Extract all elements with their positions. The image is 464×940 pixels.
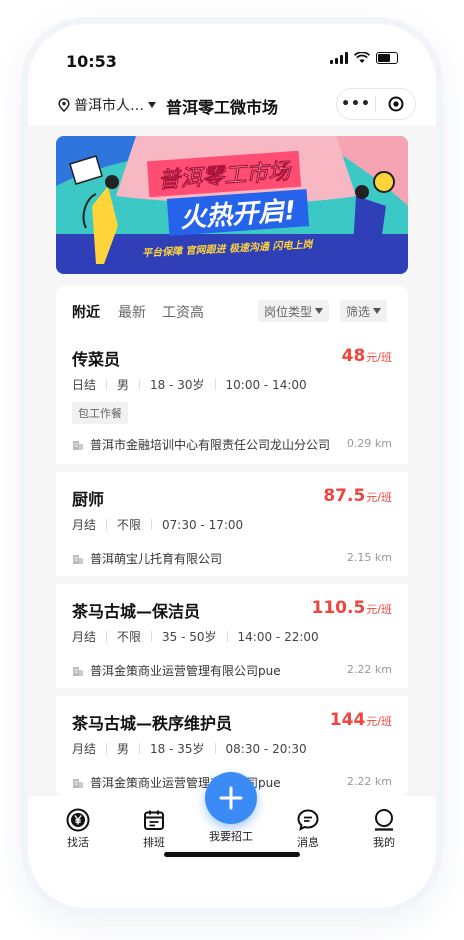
profile-icon bbox=[375, 809, 393, 831]
job-meta: 月结 不限 35 - 50岁 14:00 - 22:00 bbox=[72, 629, 319, 645]
tab-mine-label: 我的 bbox=[373, 836, 395, 849]
status-icons bbox=[330, 52, 398, 64]
post-job-label: 我要招工 bbox=[209, 830, 253, 843]
more-menu-button[interactable]: ••• bbox=[337, 96, 375, 112]
tab-messages[interactable]: 消息 bbox=[278, 808, 338, 850]
position-type-filter[interactable]: 岗位类型 bbox=[258, 300, 330, 322]
status-time: 10:53 bbox=[66, 52, 117, 71]
job-distance: 0.29 km bbox=[346, 437, 392, 450]
job-distance: 2.22 km bbox=[346, 663, 392, 676]
job-card[interactable]: 传菜员 48元/班 日结 男 18 - 30岁 10:00 - 14:00 包工… bbox=[56, 334, 408, 464]
job-card[interactable]: 厨师 87.5元/班 月结 不限 07:30 - 17:00 普洱萌宝儿托育有限… bbox=[56, 472, 408, 576]
position-type-label: 岗位类型 bbox=[264, 304, 313, 319]
job-distance: 2.15 km bbox=[346, 551, 392, 564]
filter-button[interactable]: 筛选 bbox=[340, 300, 388, 322]
location-selector[interactable]: 普洱市人… bbox=[58, 95, 156, 115]
benefit-tag: 包工作餐 bbox=[72, 402, 128, 424]
yuan-coin-icon bbox=[66, 808, 90, 832]
building-icon bbox=[73, 666, 83, 676]
filter-label: 筛选 bbox=[346, 304, 371, 319]
miniprogram-capsule: ••• bbox=[336, 88, 416, 120]
post-job-button[interactable] bbox=[205, 772, 257, 824]
tab-schedule-label: 排班 bbox=[143, 836, 165, 849]
phone-frame: 10:53 普洱市人… 普洱零工微市场 ••• 普洱零工市场 火热开启! 平台保… bbox=[28, 24, 436, 908]
calendar-icon bbox=[144, 810, 164, 830]
job-title: 厨师 bbox=[72, 490, 105, 509]
location-label: 普洱市人… bbox=[74, 98, 144, 114]
battery-icon bbox=[376, 52, 398, 64]
plus-icon bbox=[219, 786, 243, 810]
page-title: 普洱零工微市场 bbox=[166, 98, 279, 117]
tab-find-work-label: 找活 bbox=[67, 836, 89, 849]
chat-bubble-icon bbox=[297, 809, 319, 831]
target-icon bbox=[388, 96, 403, 112]
company-name: 普洱萌宝儿托育有限公司 bbox=[72, 550, 222, 567]
close-miniprogram-button[interactable] bbox=[376, 96, 415, 112]
job-price: 144元/班 bbox=[329, 710, 392, 730]
company-name: 普洱市金融培训中心有限责任公司龙山分公司 bbox=[72, 436, 330, 453]
job-meta: 日结 男 18 - 30岁 10:00 - 14:00 bbox=[72, 377, 307, 393]
tab-find-work[interactable]: 找活 bbox=[48, 808, 108, 850]
tab-schedule[interactable]: 排班 bbox=[124, 808, 184, 850]
tab-nearby[interactable]: 附近 bbox=[72, 302, 100, 322]
job-title: 茶马古城—保洁员 bbox=[72, 602, 201, 621]
chevron-down-icon bbox=[315, 308, 324, 314]
tab-bar: 附近 最新 工资高 岗位类型 筛选 bbox=[56, 286, 408, 334]
tab-high-pay[interactable]: 工资高 bbox=[162, 302, 204, 322]
signal-icon bbox=[330, 52, 348, 64]
job-title: 茶马古城—秩序维护员 bbox=[72, 714, 233, 733]
building-icon bbox=[73, 778, 83, 788]
job-price: 87.5元/班 bbox=[323, 486, 392, 506]
wifi-icon bbox=[354, 52, 370, 63]
job-list: 附近 最新 工资高 岗位类型 筛选 传菜员 48元/班 日结 男 18 - 30… bbox=[56, 286, 408, 796]
tab-messages-label: 消息 bbox=[297, 836, 319, 849]
chevron-down-icon bbox=[373, 308, 382, 314]
job-price: 48元/班 bbox=[341, 346, 392, 366]
dropdown-arrow-icon bbox=[148, 102, 156, 108]
job-title: 传菜员 bbox=[72, 350, 121, 369]
job-card[interactable]: 茶马古城—保洁员 110.5元/班 月结 不限 35 - 50岁 14:00 -… bbox=[56, 584, 408, 688]
job-price: 110.5元/班 bbox=[311, 598, 393, 618]
location-pin-icon bbox=[58, 98, 70, 112]
job-meta: 月结 男 18 - 35岁 08:30 - 20:30 bbox=[72, 741, 307, 757]
job-distance: 2.22 km bbox=[346, 775, 392, 788]
tab-mine[interactable]: 我的 bbox=[354, 808, 414, 850]
building-icon bbox=[73, 440, 83, 450]
home-indicator bbox=[164, 852, 300, 857]
building-icon bbox=[73, 554, 83, 564]
tab-latest[interactable]: 最新 bbox=[118, 302, 146, 322]
nav-bar: 普洱市人… 普洱零工微市场 ••• bbox=[28, 88, 436, 124]
promo-banner[interactable]: 普洱零工市场 火热开启! 平台保障 官网跟进 极速沟通 闪电上岗 bbox=[56, 136, 408, 274]
company-name: 普洱金策商业运营管理有限公司pue bbox=[72, 662, 281, 679]
job-meta: 月结 不限 07:30 - 17:00 bbox=[72, 517, 244, 533]
